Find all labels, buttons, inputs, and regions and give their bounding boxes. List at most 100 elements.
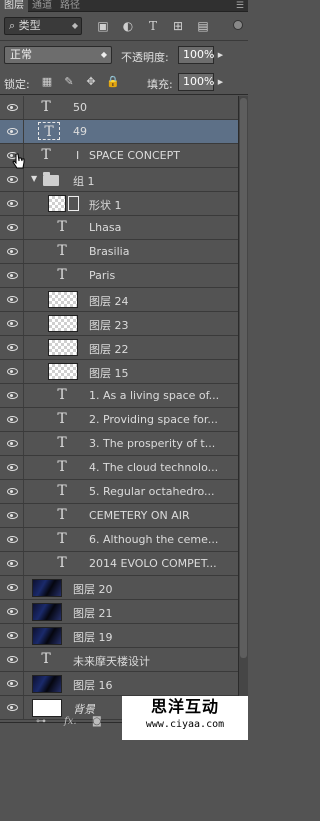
visibility-toggle[interactable] — [0, 576, 24, 599]
tab-paths[interactable]: 路径 — [56, 0, 84, 12]
layer-thumbnail — [32, 579, 62, 597]
layer-row[interactable]: T 49 — [0, 120, 238, 144]
opacity-dropdown-icon[interactable]: ▶ — [216, 46, 225, 64]
layer-row[interactable]: 图层 23 — [0, 312, 238, 336]
scrollbar-thumb[interactable] — [240, 98, 247, 658]
adjustment-filter-icon[interactable]: ◐ — [120, 18, 136, 34]
layer-row[interactable]: T 50 — [0, 96, 238, 120]
layer-name: 5. Regular octahedro... — [89, 485, 215, 498]
layer-row[interactable]: 图层 24 — [0, 288, 238, 312]
expand-group-icon[interactable]: ▼ — [31, 174, 37, 183]
layer-row[interactable]: 图层 21 — [0, 600, 238, 624]
eye-icon — [7, 512, 18, 519]
eye-icon — [7, 128, 18, 135]
lock-transparent-icon[interactable]: ▦ — [40, 75, 54, 89]
layer-row[interactable]: T 未来摩天楼设计 — [0, 648, 238, 672]
link-layers-icon[interactable]: ⊶ — [36, 716, 46, 727]
layer-row[interactable]: T CEMETERY ON AIR — [0, 504, 238, 528]
layer-row[interactable]: T 4. The cloud technolo... — [0, 456, 238, 480]
visibility-toggle[interactable] — [0, 408, 24, 431]
eye-icon — [7, 584, 18, 591]
layer-row[interactable]: 形状 1 — [0, 192, 238, 216]
eye-icon — [7, 416, 18, 423]
eye-icon — [7, 560, 18, 567]
layer-row[interactable]: T 6. Although the ceme... — [0, 528, 238, 552]
visibility-toggle[interactable] — [0, 504, 24, 527]
eye-icon — [7, 680, 18, 687]
layer-row[interactable]: T 3. The prosperity of t... — [0, 432, 238, 456]
visibility-toggle[interactable] — [0, 672, 24, 695]
eye-icon — [7, 656, 18, 663]
eye-icon — [7, 704, 18, 711]
visibility-toggle[interactable] — [0, 600, 24, 623]
layer-row[interactable]: 图层 20 — [0, 576, 238, 600]
layer-row[interactable]: 图层 15 — [0, 360, 238, 384]
visibility-toggle[interactable] — [0, 552, 24, 575]
layer-row[interactable]: 图层 22 — [0, 336, 238, 360]
tab-channels[interactable]: 通道 — [28, 0, 56, 12]
fill-field[interactable]: 100% — [178, 73, 214, 91]
visibility-toggle[interactable] — [0, 528, 24, 551]
layer-row[interactable]: T 1. As a living space of... — [0, 384, 238, 408]
visibility-toggle[interactable] — [0, 120, 24, 143]
visibility-toggle[interactable] — [0, 384, 24, 407]
layer-style-icon[interactable]: fx. — [64, 716, 77, 727]
layer-row[interactable]: T 2. Providing space for... — [0, 408, 238, 432]
blend-mode-value: 正常 — [10, 48, 32, 61]
text-cursor-icon: I — [76, 149, 80, 162]
smart-object-filter-icon[interactable]: ▤ — [195, 18, 211, 34]
hand-cursor-icon — [12, 153, 25, 169]
layer-row[interactable]: T I SPACE CONCEPT — [0, 144, 238, 168]
layer-name: 图层 22 — [89, 343, 129, 356]
eye-icon — [7, 200, 18, 207]
image-filter-icon[interactable]: ▣ — [95, 18, 111, 34]
opacity-field[interactable]: 100% — [178, 46, 214, 64]
visibility-toggle[interactable] — [0, 624, 24, 647]
layer-name: CEMETERY ON AIR — [89, 509, 190, 522]
layer-row[interactable]: T 5. Regular octahedro... — [0, 480, 238, 504]
visibility-toggle[interactable] — [0, 288, 24, 311]
layer-thumbnail — [32, 603, 62, 621]
shape-filter-icon[interactable]: ⊞ — [170, 18, 186, 34]
layer-row[interactable]: 图层 16 — [0, 672, 238, 696]
layer-name: 2. Providing space for... — [89, 413, 218, 426]
layer-row[interactable]: T Paris — [0, 264, 238, 288]
eye-icon — [7, 608, 18, 615]
layer-row[interactable]: T Brasilia — [0, 240, 238, 264]
layer-row[interactable]: T Lhasa — [0, 216, 238, 240]
visibility-toggle[interactable] — [0, 360, 24, 383]
visibility-toggle[interactable] — [0, 96, 24, 119]
text-layer-icon: T — [57, 411, 67, 427]
blend-mode-select[interactable]: 正常 ◆ — [4, 46, 112, 64]
panel-menu-icon[interactable]: ☰ — [236, 0, 244, 12]
layer-thumbnail — [48, 339, 78, 356]
visibility-toggle[interactable] — [0, 240, 24, 263]
visibility-toggle[interactable] — [0, 192, 24, 215]
layer-filter-bar: ⌕ 类型 ◆ ▣ ◐ T ⊞ ▤ — [0, 13, 248, 39]
fill-dropdown-icon[interactable]: ▶ — [216, 73, 225, 91]
filter-toggle-switch[interactable] — [233, 20, 243, 30]
lock-position-icon[interactable]: ✥ — [84, 75, 98, 89]
layer-row[interactable]: ▼ 组 1 — [0, 168, 238, 192]
eye-icon — [7, 344, 18, 351]
layer-row[interactable]: T 2014 EVOLO COMPET... — [0, 552, 238, 576]
lock-all-icon[interactable]: 🔒 — [106, 75, 120, 89]
visibility-toggle[interactable] — [0, 432, 24, 455]
type-filter-icon[interactable]: T — [145, 18, 161, 34]
visibility-toggle[interactable] — [0, 696, 24, 719]
visibility-toggle[interactable] — [0, 264, 24, 287]
visibility-toggle[interactable] — [0, 480, 24, 503]
eye-icon — [7, 536, 18, 543]
tab-layers[interactable]: 图层 — [0, 0, 28, 12]
visibility-toggle[interactable] — [0, 216, 24, 239]
visibility-toggle[interactable] — [0, 336, 24, 359]
layer-row[interactable]: 图层 19 — [0, 624, 238, 648]
filter-kind-select[interactable]: ⌕ 类型 ◆ — [4, 17, 82, 35]
visibility-toggle[interactable] — [0, 456, 24, 479]
layers-scrollbar[interactable] — [238, 96, 248, 722]
text-layer-icon: T — [57, 243, 67, 259]
visibility-toggle[interactable] — [0, 312, 24, 335]
lock-image-icon[interactable]: ✎ — [62, 75, 76, 89]
layer-mask-icon[interactable]: ◙ — [92, 716, 102, 727]
visibility-toggle[interactable] — [0, 648, 24, 671]
